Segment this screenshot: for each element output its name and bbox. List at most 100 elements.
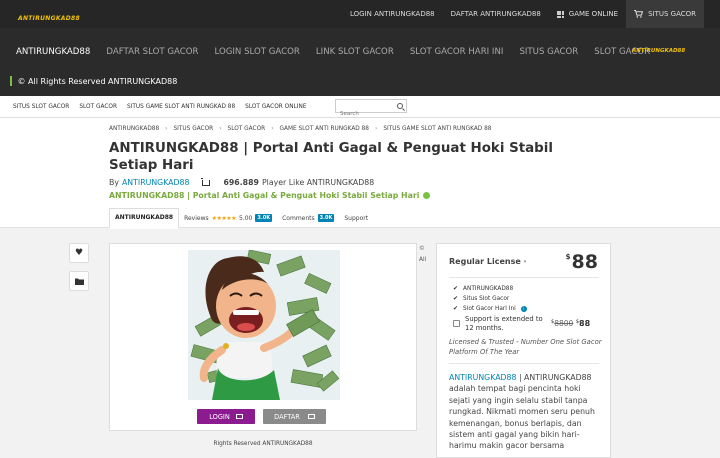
breadcrumb-item[interactable]: SLOT GACOR	[228, 126, 266, 132]
check-icon: ✔	[453, 285, 459, 292]
feature-item: ✔ ANTIRUNGKAD88	[453, 284, 527, 294]
game-online-label: GAME ONLINE	[568, 10, 619, 18]
subnav-item-situs-game-slot[interactable]: SITUS GAME SLOT ANTI RUNGKAD 88	[122, 104, 240, 110]
verified-check-icon	[423, 192, 431, 199]
favorite-button[interactable]: ♥	[69, 243, 89, 263]
byline-by: By	[109, 178, 119, 187]
collection-button[interactable]	[69, 271, 89, 291]
top-daftar-link[interactable]: DAFTAR ANTIRUNGKAD88	[443, 0, 549, 28]
nav-links: ANTIRUNGKAD88 DAFTAR SLOT GACOR LOGIN SL…	[8, 47, 658, 57]
info-icon[interactable]: i	[520, 306, 527, 312]
tab-reviews[interactable]: Reviews ★★★★★ 5.00 3.0K	[179, 208, 277, 228]
fragment-line: All	[419, 257, 427, 263]
situs-gacor-label: SITUS GACOR	[648, 10, 696, 18]
feature-item: ✔ Slot Gacor Hari Ini i	[453, 304, 527, 314]
item-description: ANTIRUNGKAD88 | ANTIRUNGKAD88 adalah tem…	[449, 372, 604, 452]
breadcrumb-item[interactable]: GAME SLOT ANTI RUNGKAD 88	[280, 126, 369, 132]
nav-item-antirungkad88[interactable]: ANTIRUNGKAD88	[8, 47, 98, 57]
description-text: | ANTIRUNGKAD88 adalah tempat bagi penci…	[449, 373, 595, 451]
search-icon[interactable]	[397, 102, 403, 109]
currency-symbol: $	[565, 253, 571, 261]
breadcrumb: ANTIRUNGKAD88 › SITUS GACOR › SLOT GACOR › …	[109, 126, 497, 132]
folder-icon	[74, 278, 84, 285]
rating-stars: ★★★★★	[211, 214, 237, 222]
author-link[interactable]: ANTIRUNGKAD88	[122, 178, 189, 187]
old-price: 8800	[554, 319, 574, 328]
nav-item-login-slot-gacor[interactable]: LOGIN SLOT GACOR	[206, 47, 307, 57]
extended-support-text: Support is extended to 12 months.	[465, 315, 543, 332]
price-value: 88	[571, 251, 598, 273]
rating-value: 5.00	[239, 214, 253, 222]
nav-item-daftar-slot-gacor[interactable]: DAFTAR SLOT GACOR	[98, 47, 206, 57]
item-preview: LOGIN DAFTAR	[109, 243, 417, 431]
cart-icon	[634, 10, 644, 18]
site-logo[interactable]: ANTIRUNGKAD88	[18, 15, 80, 22]
nav-item-slot-gacor-hari-ini[interactable]: SLOT GACOR HARI INI	[402, 47, 512, 57]
rights-text: © All Rights Reserved ANTIRUNGKAD88	[17, 76, 178, 86]
breadcrumb-item[interactable]: ANTIRUNGKAD88	[109, 126, 159, 132]
breadcrumb-item[interactable]: SITUS GACOR	[174, 126, 214, 132]
byline: By ANTIRUNGKAD88 696.889 Player Like ANT…	[109, 177, 375, 187]
subnav-item-slot-gacor[interactable]: SLOT GACOR	[74, 104, 122, 110]
sub-nav-links: SITUS SLOT GACOR SLOT GACOR SITUS GAME S…	[8, 96, 311, 118]
chevron-down-icon: ▾	[523, 258, 527, 265]
breadcrumb-item[interactable]: SITUS GAME SLOT ANTI RUNGKAD 88	[383, 126, 491, 132]
login-button[interactable]: LOGIN	[197, 409, 255, 424]
comments-count-badge: 3.0K	[317, 214, 335, 222]
tab-item-details[interactable]: ANTIRUNGKAD88	[109, 207, 180, 229]
new-price: 88	[579, 319, 591, 328]
sub-nav: SITUS SLOT GACOR SLOT GACOR SITUS GAME S…	[0, 96, 720, 120]
nav-item-situs-gacor[interactable]: SITUS GACOR	[511, 47, 586, 57]
check-icon: ✔	[453, 295, 459, 302]
top-game-online-link[interactable]: GAME ONLINE	[549, 0, 626, 28]
divider	[449, 363, 599, 364]
item-subtitle: ANTIRUNGKAD88 | Portal Anti Gagal & Peng…	[109, 191, 431, 200]
subnav-item-slot-gacor-online[interactable]: SLOT GACOR ONLINE	[240, 104, 311, 110]
top-links: LOGIN ANTIRUNGKAD88 DAFTAR ANTIRUNGKAD88…	[342, 0, 704, 28]
license-selector[interactable]: Regular License ▾	[449, 257, 526, 266]
tab-comments[interactable]: Comments 3.0K	[277, 208, 339, 228]
feature-text: Situs Slot Gacor	[463, 296, 510, 302]
item-tabs: ANTIRUNGKAD88 Reviews ★★★★★ 5.00 3.0K Co…	[109, 207, 373, 229]
reviews-count-badge: 3.0K	[255, 214, 273, 222]
purchase-box: Regular License ▾ $88 ✔ ANTIRUNGKAD88 ✔ Si…	[436, 243, 611, 458]
accent-bar	[10, 76, 12, 86]
sales-suffix: Player Like ANTIRUNGKAD88	[261, 178, 375, 187]
extended-support-price: $8800 $88	[551, 319, 590, 328]
top-login-link[interactable]: LOGIN ANTIRUNGKAD88	[342, 0, 443, 28]
breadcrumb-separator: ›	[165, 126, 168, 132]
nav-item-link-slot-gacor[interactable]: LINK SLOT GACOR	[308, 47, 402, 57]
daftar-button-label: DAFTAR	[274, 412, 300, 421]
search-box	[335, 99, 407, 120]
license-note: Licensed & Trusted - Number One Slot Gac…	[449, 338, 602, 356]
login-button-label: LOGIN	[209, 412, 230, 421]
side-actions: ♥	[69, 243, 89, 299]
fragment-line: ©	[419, 246, 425, 252]
top-bar: ANTIRUNGKAD88 LOGIN ANTIRUNGKAD88 DAFTAR…	[0, 0, 720, 28]
preview-image	[188, 250, 340, 400]
feature-item: ✔ Situs Slot Gacor	[453, 294, 527, 304]
overflow-text-fragment: © All	[419, 244, 426, 266]
license-price: $88	[566, 251, 598, 273]
license-features: ✔ ANTIRUNGKAD88 ✔ Situs Slot Gacor ✔ Slot G…	[453, 284, 527, 314]
heart-icon: ♥	[74, 248, 84, 258]
nav-logo[interactable]: ANTIRUNGKAD88	[632, 48, 685, 54]
check-icon: ✔	[453, 305, 459, 312]
daftar-button[interactable]: DAFTAR	[263, 409, 326, 424]
tab-support[interactable]: Support	[339, 208, 373, 228]
image-icon	[307, 414, 315, 419]
description-link[interactable]: ANTIRUNGKAD88	[449, 373, 516, 382]
extended-support-checkbox[interactable]	[453, 320, 460, 327]
breadcrumb-separator: ›	[271, 126, 274, 132]
license-label: Regular License	[449, 257, 521, 266]
tab-reviews-label: Reviews	[184, 214, 209, 222]
laughing-woman-money-illustration	[188, 250, 340, 400]
feature-text: ANTIRUNGKAD88	[463, 286, 514, 292]
main-nav: ANTIRUNGKAD88 DAFTAR SLOT GACOR LOGIN SL…	[0, 28, 720, 96]
feature-text: Slot Gacor Hari Ini	[463, 306, 516, 312]
item-subtitle-text: ANTIRUNGKAD88 | Portal Anti Gagal & Peng…	[109, 191, 420, 200]
subnav-item-situs-slot-gacor[interactable]: SITUS SLOT GACOR	[8, 104, 74, 110]
divider	[449, 277, 599, 278]
top-situs-gacor-link[interactable]: SITUS GACOR	[626, 0, 704, 28]
sales-count: 696.889	[223, 178, 259, 187]
